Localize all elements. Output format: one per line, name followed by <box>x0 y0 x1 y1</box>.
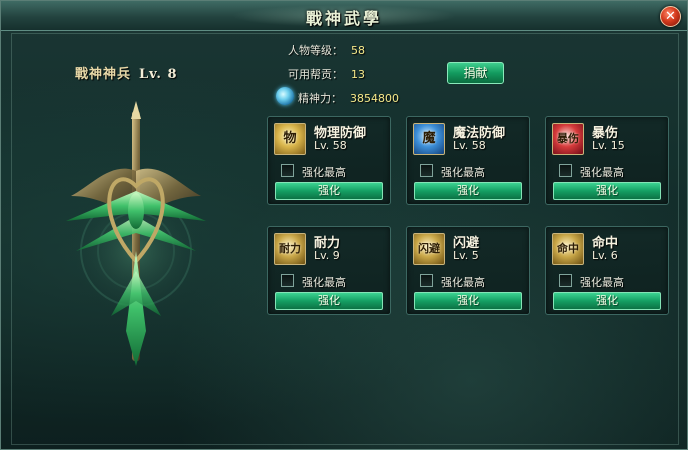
max-upgrade-label: 强化最高 <box>302 166 346 179</box>
upgrade-button[interactable]: 强化 <box>553 292 661 310</box>
skill-level: Lv. 15 <box>592 139 625 152</box>
character-level-row: 人物等级： 58 <box>288 42 365 58</box>
max-upgrade-checkbox[interactable] <box>420 164 433 177</box>
skill-card-dodge: 闪避 闪避 Lv. 5 强化最高 强化 <box>406 226 530 315</box>
max-upgrade-checkbox[interactable] <box>281 164 294 177</box>
crit-damage-icon: 暴伤 <box>552 123 584 155</box>
magic-defense-icon: 魔 <box>413 123 445 155</box>
guild-contribution-value: 13 <box>351 68 365 81</box>
max-upgrade-label: 强化最高 <box>441 276 485 289</box>
skill-level: Lv. 58 <box>453 139 486 152</box>
max-upgrade-label: 强化最高 <box>441 166 485 179</box>
physical-defense-icon: 物 <box>274 123 306 155</box>
upgrade-button[interactable]: 强化 <box>414 292 522 310</box>
title-bar[interactable]: 戰神武學 ✕ <box>1 1 687 31</box>
max-upgrade-label: 强化最高 <box>580 166 624 179</box>
skill-card-endurance: 耐力 耐力 Lv. 9 强化最高 强化 <box>267 226 391 315</box>
window-title: 戰神武學 <box>305 9 382 28</box>
dodge-icon: 闪避 <box>413 233 445 265</box>
skill-level: Lv. 58 <box>314 139 347 152</box>
skill-card-physical-defense: 物 物理防御 Lv. 58 强化最高 强化 <box>267 116 391 205</box>
close-button[interactable]: ✕ <box>660 6 681 27</box>
upgrade-button[interactable]: 强化 <box>275 292 383 310</box>
spirit-power-value: 3854800 <box>350 92 399 105</box>
character-level-label: 人物等级： <box>288 44 343 57</box>
skill-card-accuracy: 命中 命中 Lv. 6 强化最高 强化 <box>545 226 669 315</box>
endurance-icon: 耐力 <box>274 233 306 265</box>
skill-level: Lv. 9 <box>314 249 340 262</box>
weapon-title: 戰神神兵 Lv. 8 <box>75 63 178 82</box>
spirit-power-label: 精神力： <box>298 92 342 105</box>
accuracy-icon: 命中 <box>552 233 584 265</box>
weapon-level: Lv. 8 <box>139 67 178 82</box>
upgrade-button[interactable]: 强化 <box>553 182 661 200</box>
guild-contribution-label: 可用帮贡： <box>288 68 343 81</box>
weapon-illustration <box>66 101 206 366</box>
upgrade-button[interactable]: 强化 <box>414 182 522 200</box>
skill-level: Lv. 5 <box>453 249 479 262</box>
spirit-icon <box>276 87 294 105</box>
max-upgrade-checkbox[interactable] <box>420 274 433 287</box>
max-upgrade-label: 强化最高 <box>580 276 624 289</box>
skill-card-crit-damage: 暴伤 暴伤 Lv. 15 强化最高 强化 <box>545 116 669 205</box>
max-upgrade-checkbox[interactable] <box>281 274 294 287</box>
upgrade-button[interactable]: 强化 <box>275 182 383 200</box>
max-upgrade-checkbox[interactable] <box>559 274 572 287</box>
donate-button[interactable]: 捐献 <box>447 62 504 84</box>
skill-card-magic-defense: 魔 魔法防御 Lv. 58 强化最高 强化 <box>406 116 530 205</box>
spirit-power-row: 精神力： 3854800 <box>298 90 399 106</box>
weapon-name: 戰神神兵 <box>75 67 132 82</box>
guild-contribution-row: 可用帮贡： 13 <box>288 66 365 82</box>
max-upgrade-checkbox[interactable] <box>559 164 572 177</box>
character-level-value: 58 <box>351 44 365 57</box>
war-god-martial-window: 戰神武學 ✕ 戰神神兵 Lv. 8 人物等级： 58 可用帮贡： 13 精神力：… <box>0 0 688 450</box>
skill-level: Lv. 6 <box>592 249 618 262</box>
max-upgrade-label: 强化最高 <box>302 276 346 289</box>
